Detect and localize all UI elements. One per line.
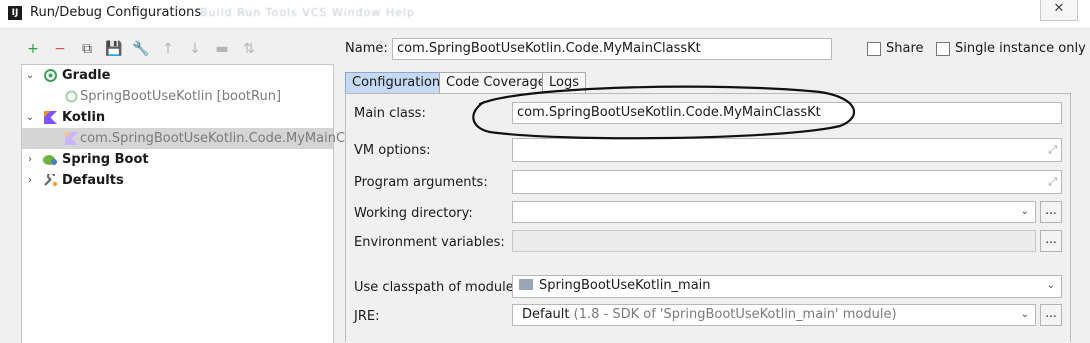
tab-configuration[interactable]: Configuration bbox=[345, 72, 448, 93]
tab-logs[interactable]: Logs bbox=[542, 72, 586, 93]
classpath-module-select[interactable]: SpringBootUseKotlin_main ⌄ bbox=[512, 275, 1062, 298]
folder-icon[interactable]: ▬ bbox=[211, 38, 233, 60]
tree-item-label: Spring Boot bbox=[62, 152, 149, 167]
tree-item-label: Defaults bbox=[62, 173, 124, 188]
remove-icon[interactable]: − bbox=[49, 38, 71, 60]
environment-variables-input[interactable] bbox=[512, 230, 1036, 252]
tree-item-defaults[interactable]: › Defaults bbox=[22, 170, 333, 191]
working-directory-combo[interactable]: ⌄ bbox=[512, 201, 1036, 223]
chevron-down-icon[interactable]: ⌄ bbox=[1021, 202, 1029, 222]
environment-variables-label: Environment variables: bbox=[354, 235, 505, 250]
window-title: Run/Debug Configurations bbox=[30, 5, 202, 20]
tab-code-coverage[interactable]: Code Coverage bbox=[439, 72, 553, 93]
module-folder-icon bbox=[519, 279, 533, 290]
program-arguments-input[interactable]: ⤢ bbox=[512, 170, 1062, 194]
tree-item-label: Gradle bbox=[62, 68, 111, 83]
tree-item-kotlin-mainclass[interactable]: com.SpringBootUseKotlin.Code.MyMainCla bbox=[22, 128, 357, 149]
close-button[interactable]: ✕ bbox=[1040, 0, 1078, 21]
tree-item-label: Kotlin bbox=[62, 110, 106, 125]
kotlin-icon bbox=[44, 111, 57, 124]
name-label: Name: bbox=[345, 41, 388, 56]
working-directory-label: Working directory: bbox=[354, 206, 473, 221]
gradle-icon bbox=[44, 69, 57, 82]
single-instance-label: Single instance only bbox=[955, 41, 1086, 56]
share-label: Share bbox=[886, 41, 924, 56]
vm-options-label: VM options: bbox=[354, 143, 431, 158]
main-class-label: Main class: bbox=[354, 106, 426, 121]
tree-item-gradle[interactable]: ⌄ Gradle bbox=[22, 65, 333, 86]
jre-browse-button[interactable]: ... bbox=[1040, 304, 1062, 326]
gradle-task-icon bbox=[65, 90, 78, 103]
tree-item-label: com.SpringBootUseKotlin.Code.MyMainCla bbox=[80, 131, 357, 146]
chevron-down-icon[interactable]: ⌄ bbox=[25, 107, 35, 128]
chevron-down-icon[interactable]: ⌄ bbox=[1021, 305, 1029, 325]
tree-item-kotlin[interactable]: ⌄ Kotlin bbox=[22, 107, 333, 128]
move-up-icon[interactable]: ↑ bbox=[157, 38, 179, 60]
main-class-input[interactable]: com.SpringBootUseKotlin.Code.MyMainClass… bbox=[512, 102, 1062, 124]
working-directory-browse-button[interactable]: ... bbox=[1040, 201, 1062, 223]
save-icon[interactable]: 💾 bbox=[103, 38, 125, 60]
tree-item-gradle-bootrun[interactable]: SpringBootUseKotlin [bootRun] bbox=[22, 86, 333, 107]
configurations-tree[interactable]: ⌄ Gradle SpringBootUseKotlin [bootRun] ⌄… bbox=[21, 64, 357, 343]
vm-options-input[interactable]: ⤢ bbox=[512, 138, 1062, 162]
chevron-right-icon[interactable]: › bbox=[25, 170, 35, 191]
close-icon: ✕ bbox=[1053, 1, 1065, 16]
single-instance-checkbox[interactable] bbox=[936, 42, 950, 56]
sort-icon[interactable]: ⇅ bbox=[238, 38, 260, 60]
spring-boot-icon bbox=[43, 155, 57, 165]
intellij-app-icon: IJ bbox=[8, 6, 22, 20]
wrench-icon bbox=[44, 174, 58, 187]
jre-label: JRE: bbox=[354, 309, 380, 324]
kotlin-file-icon bbox=[65, 132, 78, 145]
share-checkbox[interactable] bbox=[867, 42, 881, 56]
tree-item-label: SpringBootUseKotlin [bootRun] bbox=[80, 89, 282, 104]
chevron-right-icon[interactable]: › bbox=[25, 149, 35, 170]
tree-item-spring-boot[interactable]: › Spring Boot bbox=[22, 149, 333, 170]
expand-icon[interactable]: ⤢ bbox=[1048, 140, 1057, 160]
add-icon[interactable]: + bbox=[22, 38, 44, 60]
move-down-icon[interactable]: ↓ bbox=[184, 38, 206, 60]
name-input[interactable]: com.SpringBootUseKotlin.Code.MyMainClass… bbox=[392, 38, 832, 60]
copy-icon[interactable]: ⧉ bbox=[76, 38, 98, 60]
jre-combo[interactable]: Default (1.8 - SDK of 'SpringBootUseKotl… bbox=[512, 304, 1036, 326]
chevron-down-icon[interactable]: ⌄ bbox=[1047, 276, 1055, 296]
classpath-module-label: Use classpath of module: bbox=[354, 280, 519, 295]
chevron-down-icon[interactable]: ⌄ bbox=[25, 65, 35, 86]
wrench-icon[interactable]: 🔧 bbox=[130, 38, 152, 60]
expand-icon[interactable]: ⤢ bbox=[1048, 172, 1057, 192]
program-arguments-label: Program arguments: bbox=[354, 175, 488, 190]
environment-variables-browse-button[interactable]: ... bbox=[1040, 230, 1062, 252]
background-menu-ghost: Build Run Tools VCS Window Help bbox=[200, 6, 415, 19]
